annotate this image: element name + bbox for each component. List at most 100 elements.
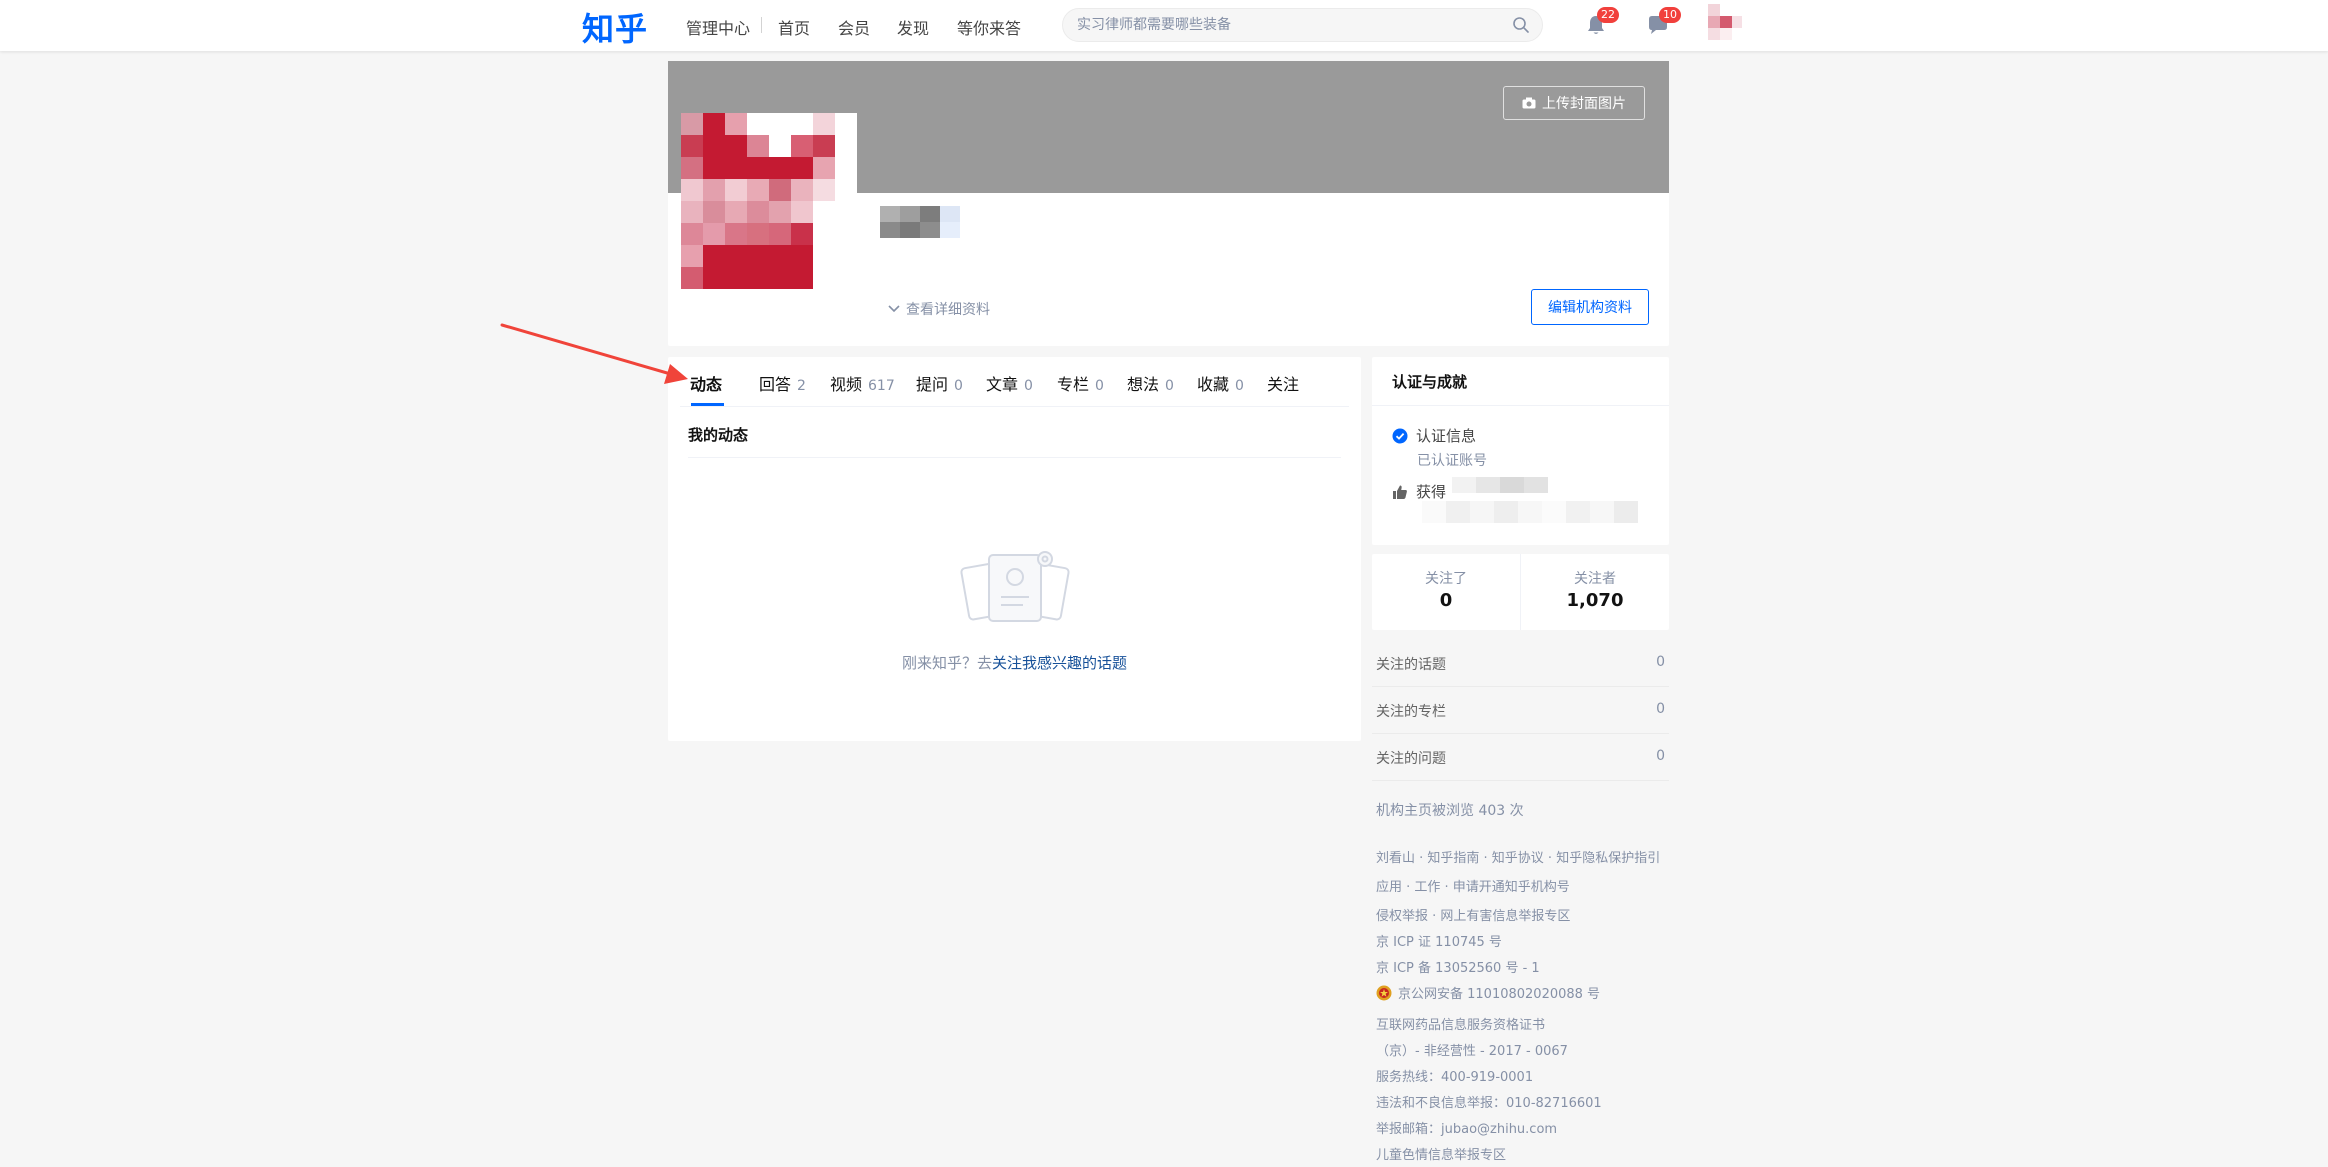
active-tab-indicator [691,403,724,406]
page-views-text: 机构主页被浏览 403 次 [1376,803,1524,819]
section-divider [688,457,1341,458]
followed-columns-label: 关注的专栏 [1376,704,1446,720]
nav-admin-center[interactable]: 管理中心 [686,15,750,39]
nav-waiting-answers[interactable]: 等你来答 [957,15,1021,39]
camera-icon [1522,97,1536,109]
search-input[interactable] [1077,9,1497,41]
top-navigation-bar: 知乎 管理中心 首页 会员 发现 等你来答 22 10 [0,0,2328,51]
activity-card: 动态 回答 2 视频 617 提问 0 文章 0 专栏 0 想法 0 收藏 0 关注 我的动态… [668,357,1361,741]
police-badge-icon [1376,985,1392,1001]
follow-stats-card: 关注了 0 关注者 1,070 [1372,554,1669,630]
tab-articles[interactable]: 文章 0 [986,371,1033,395]
followers-label: 关注者 [1574,571,1616,587]
notifications-badge: 22 [1597,7,1619,23]
nav-membership[interactable]: 会员 [838,15,870,39]
view-details-link[interactable]: 查看详细资料 [888,299,990,319]
upload-cover-button[interactable]: 上传封面图片 [1503,86,1645,120]
certification-info[interactable]: 认证信息 [1392,425,1476,446]
followed-questions-label: 关注的问题 [1376,751,1446,767]
tab-articles-label: 文章 [986,375,1019,394]
user-avatar[interactable] [1700,0,1750,50]
tab-thoughts[interactable]: 想法 0 [1127,371,1174,395]
followed-topics-count: 0 [1656,654,1665,670]
footer-icp-record[interactable]: 京 ICP 备 13052560 号 - 1 [1376,957,1540,976]
footer-links-2[interactable]: 应用 · 工作 · 申请开通知乎机构号 [1376,876,1570,895]
empty-state-prefix: 刚来知乎？去 [901,654,992,672]
followed-questions-count: 0 [1656,748,1665,764]
tab-answers[interactable]: 回答 2 [759,371,806,395]
search-box[interactable] [1062,8,1543,42]
followed-columns-row[interactable]: 关注的专栏 0 [1372,687,1669,734]
tab-questions-label: 提问 [916,375,949,394]
tab-collections-label: 收藏 [1197,375,1230,394]
messages-badge: 10 [1659,7,1681,23]
blurred-stats [1422,477,1638,523]
tab-thoughts-label: 想法 [1127,375,1160,394]
tab-following-label: 关注 [1267,375,1300,394]
profile-avatar[interactable] [681,113,857,289]
footer-report-email[interactable]: 举报邮箱：jubao@zhihu.com [1376,1118,1557,1137]
empty-state-text: 刚来知乎？去关注我感兴趣的话题 [668,652,1361,673]
profile-header-card: 上传封面图片 查看详细资料 编辑机构资料 [668,61,1669,346]
footer-report-phone: 违法和不良信息举报：010-82716601 [1376,1096,1602,1111]
followers-count: 1,070 [1566,590,1624,611]
tab-columns[interactable]: 专栏 0 [1057,371,1104,395]
profile-name-blurred [880,206,960,238]
thumbs-up-icon [1393,485,1407,499]
nav-home[interactable]: 首页 [778,15,810,39]
tab-columns-label: 专栏 [1057,375,1090,394]
tab-collections[interactable]: 收藏 0 [1197,371,1244,395]
upload-cover-label: 上传封面图片 [1542,96,1626,112]
certification-label: 认证信息 [1416,427,1477,445]
nav-divider [761,17,762,33]
tab-columns-count: 0 [1095,378,1104,394]
view-details-label: 查看详细资料 [906,302,990,318]
search-icon[interactable] [1512,16,1530,34]
zhihu-logo[interactable]: 知乎 [582,4,648,50]
tab-videos-label: 视频 [830,375,863,394]
tab-following[interactable]: 关注 [1267,371,1299,395]
tab-videos[interactable]: 视频 617 [830,371,895,395]
tab-questions-count: 0 [954,378,963,394]
tab-collections-count: 0 [1235,378,1244,394]
footer-links-3[interactable]: 侵权举报 · 网上有害信息举报专区 [1376,905,1570,924]
footer-hotline: 服务热线：400-919-0001 [1376,1070,1534,1085]
verified-check-icon [1392,428,1408,443]
certification-title: 认证与成就 [1392,373,1468,391]
following-label: 关注了 [1425,571,1467,587]
my-activity-title: 我的动态 [688,426,749,444]
certified-account-text: 已认证账号 [1417,453,1487,469]
chevron-down-icon [888,305,900,313]
followed-columns-count: 0 [1656,701,1665,717]
following-stat[interactable]: 关注了 0 [1372,554,1520,630]
footer-drug-license[interactable]: 互联网药品信息服务资格证书 [1376,1014,1545,1033]
messages-button[interactable]: 10 [1645,7,1681,38]
footer-child-report[interactable]: 儿童色情信息举报专区 [1376,1144,1506,1163]
tab-answers-label: 回答 [759,375,792,394]
footer-license-number: （京）- 非经营性 - 2017 - 0067 [1376,1044,1568,1059]
follow-topics-link[interactable]: 关注我感兴趣的话题 [992,654,1127,672]
tab-questions[interactable]: 提问 0 [916,371,963,395]
tab-activity-label: 动态 [690,375,723,394]
edit-org-profile-button[interactable]: 编辑机构资料 [1531,289,1649,325]
tab-articles-count: 0 [1024,378,1033,394]
followed-questions-row[interactable]: 关注的问题 0 [1372,734,1669,781]
nav-discover[interactable]: 发现 [897,15,929,39]
footer-police-record[interactable]: 京公网安备 11010802020088 号 [1376,983,1600,1002]
empty-state-icon [960,551,1070,622]
following-count: 0 [1439,590,1453,611]
police-record-text: 京公网安备 11010802020088 号 [1398,987,1601,1002]
certification-card: 认证与成就 认证信息 已认证账号 获得 [1372,357,1669,545]
followed-topics-row[interactable]: 关注的话题 0 [1372,640,1669,687]
tab-videos-count: 617 [868,378,895,394]
followers-stat[interactable]: 关注者 1,070 [1521,554,1669,630]
notifications-button[interactable]: 22 [1583,7,1619,38]
avatar-mosaic-icon [1708,4,1742,40]
tab-answers-count: 2 [797,378,806,394]
footer-links-1[interactable]: 刘看山 · 知乎指南 · 知乎协议 · 知乎隐私保护指引 [1376,847,1660,866]
tab-activity[interactable]: 动态 [690,371,722,395]
profile-tabs: 动态 回答 2 视频 617 提问 0 文章 0 专栏 0 想法 0 收藏 0 关注 [680,357,1349,407]
footer-icp-license[interactable]: 京 ICP 证 110745 号 [1376,931,1502,950]
tab-thoughts-count: 0 [1165,378,1174,394]
certification-divider [1372,405,1669,406]
